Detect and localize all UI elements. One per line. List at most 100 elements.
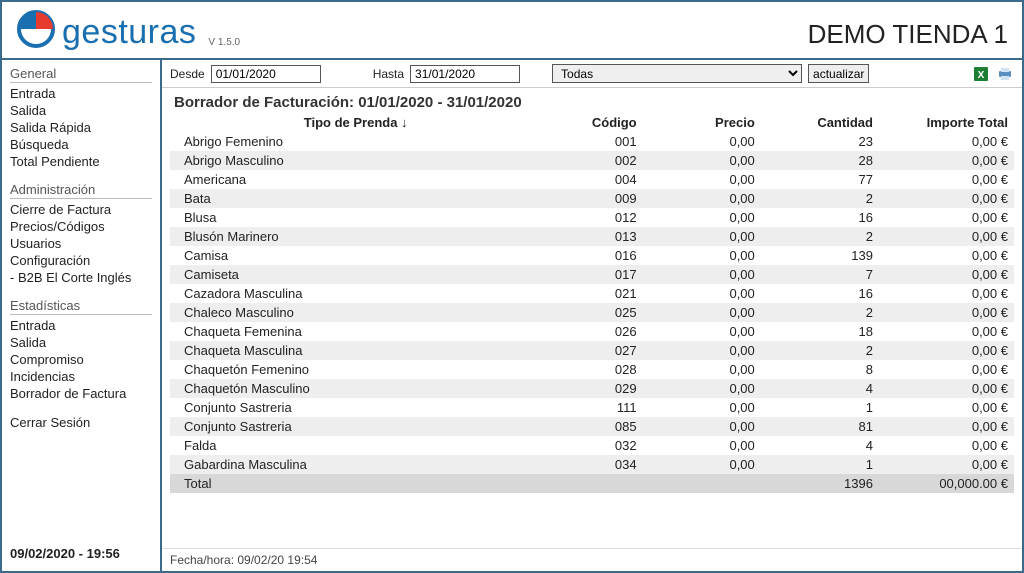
col-name[interactable]: Tipo de Prenda ↓ bbox=[170, 113, 541, 132]
col-code[interactable]: Código bbox=[541, 113, 642, 132]
cell-code: 002 bbox=[541, 151, 642, 170]
sidebar-logout[interactable]: Cerrar Sesión bbox=[10, 414, 152, 431]
col-qty[interactable]: Cantidad bbox=[761, 113, 879, 132]
sidebar-item[interactable]: Usuarios bbox=[10, 235, 152, 252]
cell-code: 026 bbox=[541, 322, 642, 341]
table-row: Conjunto Sastreria1110,0010,00 € bbox=[170, 398, 1014, 417]
from-date-input[interactable] bbox=[211, 65, 321, 83]
cell-total: 0,00 € bbox=[879, 322, 1014, 341]
cell-qty: 81 bbox=[761, 417, 879, 436]
cell-price: 0,00 bbox=[643, 227, 761, 246]
sidebar-item[interactable]: Entrada bbox=[10, 317, 152, 334]
cell-price: 0,00 bbox=[643, 246, 761, 265]
filter-select[interactable]: Todas bbox=[552, 64, 802, 83]
sidebar-item[interactable]: Precios/Códigos bbox=[10, 218, 152, 235]
cell-total: 0,00 € bbox=[879, 360, 1014, 379]
sidebar-item[interactable]: Configuración bbox=[10, 252, 152, 269]
cell-qty: 28 bbox=[761, 151, 879, 170]
sidebar-item[interactable]: Búsqueda bbox=[10, 136, 152, 153]
cell-name: Falda bbox=[170, 436, 541, 455]
cell-total: 0,00 € bbox=[879, 208, 1014, 227]
cell-price: 0,00 bbox=[643, 379, 761, 398]
sidebar-item[interactable]: Total Pendiente bbox=[10, 153, 152, 170]
store-name: DEMO TIENDA 1 bbox=[808, 19, 1008, 50]
sidebar-item[interactable]: Salida bbox=[10, 102, 152, 119]
cell-code: 111 bbox=[541, 398, 642, 417]
version-label: V 1.5.0 bbox=[208, 37, 240, 48]
cell-code: 085 bbox=[541, 417, 642, 436]
cell-code: 034 bbox=[541, 455, 642, 474]
cell-qty: 1 bbox=[761, 455, 879, 474]
cell-price: 0,00 bbox=[643, 455, 761, 474]
table-row: Blusón Marinero0130,0020,00 € bbox=[170, 227, 1014, 246]
sidebar-item[interactable]: Borrador de Factura bbox=[10, 385, 152, 402]
table-row: Bata0090,0020,00 € bbox=[170, 189, 1014, 208]
cell-qty: 4 bbox=[761, 379, 879, 398]
table-row: Chaqueta Femenina0260,00180,00 € bbox=[170, 322, 1014, 341]
table-row: Chaleco Masculino0250,0020,00 € bbox=[170, 303, 1014, 322]
cell-name: Blusón Marinero bbox=[170, 227, 541, 246]
cell-price: 0,00 bbox=[643, 170, 761, 189]
cell-price: 0,00 bbox=[643, 265, 761, 284]
cell-code: 016 bbox=[541, 246, 642, 265]
total-qty: 1396 bbox=[761, 474, 879, 493]
sidebar-item[interactable]: Salida bbox=[10, 334, 152, 351]
cell-qty: 16 bbox=[761, 284, 879, 303]
cell-qty: 16 bbox=[761, 208, 879, 227]
update-button[interactable]: actualizar bbox=[808, 64, 869, 83]
cell-code: 027 bbox=[541, 341, 642, 360]
cell-code: 004 bbox=[541, 170, 642, 189]
cell-price: 0,00 bbox=[643, 417, 761, 436]
cell-name: Abrigo Masculino bbox=[170, 151, 541, 170]
cell-code: 028 bbox=[541, 360, 642, 379]
cell-code: 021 bbox=[541, 284, 642, 303]
cell-price: 0,00 bbox=[643, 284, 761, 303]
sidebar-item[interactable]: Compromiso bbox=[10, 351, 152, 368]
cell-name: Americana bbox=[170, 170, 541, 189]
cell-code: 009 bbox=[541, 189, 642, 208]
cell-name: Chaquetón Femenino bbox=[170, 360, 541, 379]
cell-price: 0,00 bbox=[643, 189, 761, 208]
cell-qty: 4 bbox=[761, 436, 879, 455]
cell-qty: 18 bbox=[761, 322, 879, 341]
sidebar-item[interactable]: Incidencias bbox=[10, 368, 152, 385]
sidebar-item[interactable]: - B2B El Corte Inglés bbox=[10, 269, 152, 286]
from-label: Desde bbox=[170, 67, 205, 81]
to-label: Hasta bbox=[373, 67, 404, 81]
sidebar-item[interactable]: Cierre de Factura bbox=[10, 201, 152, 218]
cell-total: 0,00 € bbox=[879, 189, 1014, 208]
sidebar-heading: General bbox=[10, 66, 152, 83]
col-price[interactable]: Precio bbox=[643, 113, 761, 132]
svg-text:X: X bbox=[978, 70, 985, 81]
cell-total: 0,00 € bbox=[879, 246, 1014, 265]
cell-total: 0,00 € bbox=[879, 398, 1014, 417]
table-row: Conjunto Sastreria0850,00810,00 € bbox=[170, 417, 1014, 436]
cell-code: 025 bbox=[541, 303, 642, 322]
topbar: gesturas V 1.5.0 DEMO TIENDA 1 bbox=[2, 2, 1022, 60]
cell-code: 001 bbox=[541, 132, 642, 151]
cell-name: Cazadora Masculina bbox=[170, 284, 541, 303]
cell-price: 0,00 bbox=[643, 132, 761, 151]
total-row: Total139600,000.00 € bbox=[170, 474, 1014, 493]
sidebar: GeneralEntradaSalidaSalida RápidaBúsqued… bbox=[2, 60, 162, 571]
cell-qty: 2 bbox=[761, 227, 879, 246]
cell-price: 0,00 bbox=[643, 322, 761, 341]
cell-name: Blusa bbox=[170, 208, 541, 227]
excel-export-icon[interactable]: X bbox=[972, 65, 990, 83]
to-date-input[interactable] bbox=[410, 65, 520, 83]
cell-total: 0,00 € bbox=[879, 303, 1014, 322]
table-row: Cazadora Masculina0210,00160,00 € bbox=[170, 284, 1014, 303]
print-icon[interactable] bbox=[996, 65, 1014, 83]
cell-qty: 23 bbox=[761, 132, 879, 151]
total-label: Total bbox=[170, 474, 541, 493]
cell-total: 0,00 € bbox=[879, 284, 1014, 303]
table-row: Americana0040,00770,00 € bbox=[170, 170, 1014, 189]
cell-name: Conjunto Sastreria bbox=[170, 398, 541, 417]
sidebar-item[interactable]: Salida Rápida bbox=[10, 119, 152, 136]
sidebar-item[interactable]: Entrada bbox=[10, 85, 152, 102]
cell-qty: 139 bbox=[761, 246, 879, 265]
cell-name: Camisa bbox=[170, 246, 541, 265]
table-row: Chaquetón Masculino0290,0040,00 € bbox=[170, 379, 1014, 398]
cell-name: Camiseta bbox=[170, 265, 541, 284]
col-total[interactable]: Importe Total bbox=[879, 113, 1014, 132]
